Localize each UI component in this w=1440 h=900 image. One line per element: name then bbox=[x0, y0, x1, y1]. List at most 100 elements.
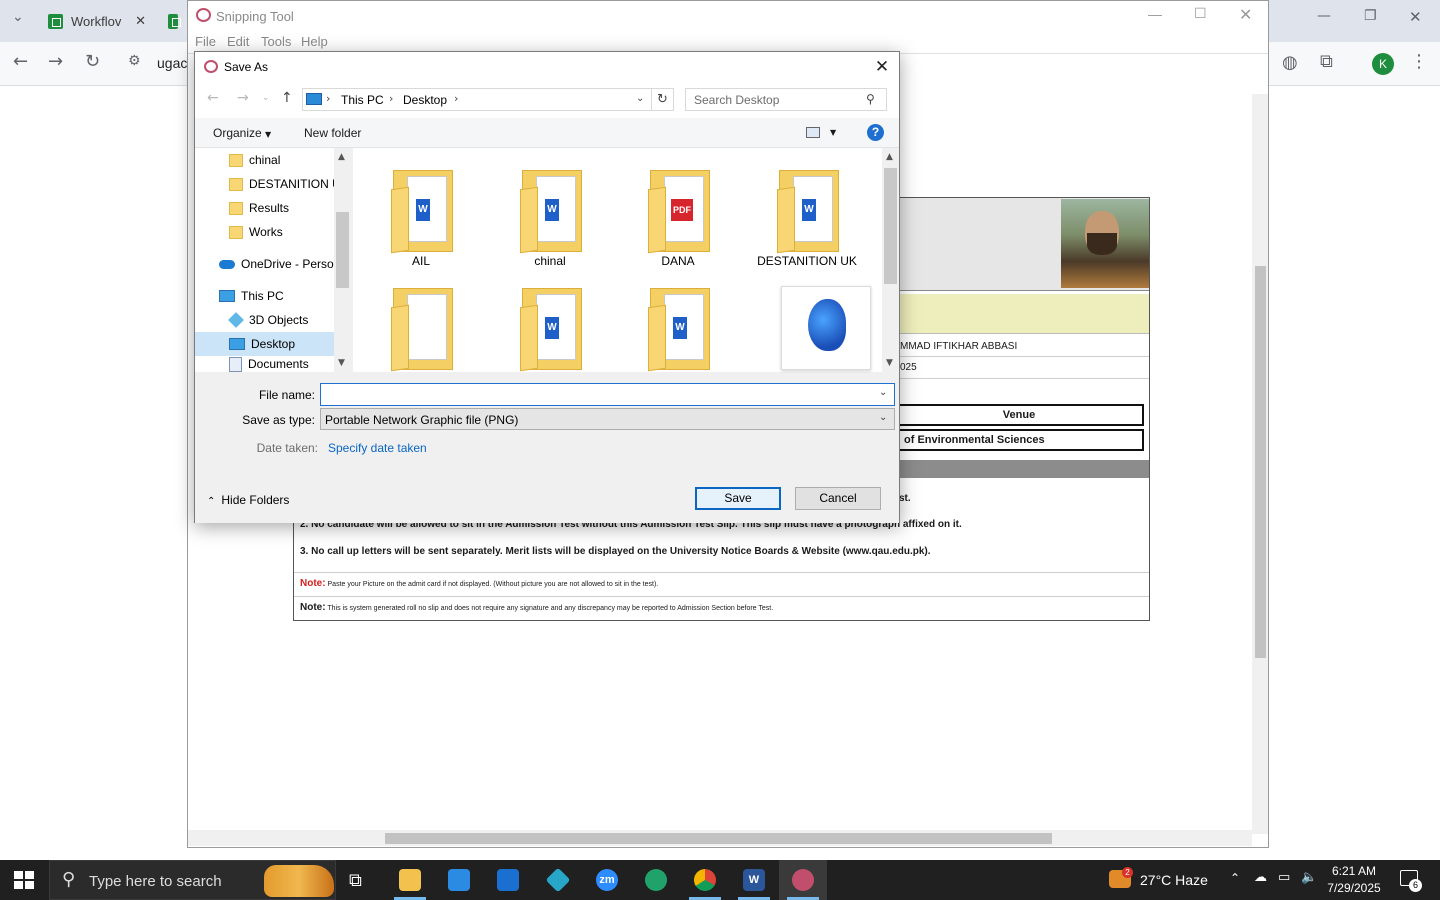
maximize-icon[interactable]: ☐ bbox=[1194, 6, 1207, 22]
nav-item-this-pc[interactable]: This PC bbox=[195, 284, 334, 308]
clock-time[interactable]: 6:21 AM bbox=[1319, 864, 1389, 878]
show-hidden-icons-icon[interactable]: ⌃ bbox=[1230, 871, 1240, 885]
recent-chevron-icon[interactable]: ⌄ bbox=[262, 93, 270, 103]
canvas-horizontal-scrollbar[interactable] bbox=[188, 830, 1252, 846]
taskbar-snipping-tool[interactable] bbox=[779, 860, 827, 900]
up-icon[interactable]: ↑ bbox=[281, 90, 293, 106]
nav-item-3d-objects[interactable]: 3D Objects bbox=[195, 308, 334, 332]
menu-edit[interactable]: Edit bbox=[227, 34, 249, 49]
forward-icon[interactable]: → bbox=[48, 51, 63, 72]
diamond-app-icon bbox=[545, 867, 571, 893]
nav-pane-scrollbar[interactable]: ▲ ▼ bbox=[334, 148, 351, 372]
scroll-down-icon[interactable]: ▼ bbox=[886, 358, 893, 368]
file-item-dana[interactable]: PDF DANA bbox=[618, 162, 738, 276]
scroll-down-icon[interactable]: ▼ bbox=[338, 358, 345, 368]
close-tab-icon[interactable]: ✕ bbox=[135, 14, 146, 29]
taskbar-edge[interactable] bbox=[632, 860, 680, 900]
scroll-thumb[interactable] bbox=[884, 168, 897, 284]
scroll-thumb[interactable] bbox=[336, 212, 349, 288]
file-list-scrollbar[interactable]: ▲ ▼ bbox=[882, 148, 899, 372]
file-name-input[interactable] bbox=[321, 384, 871, 405]
dialog-close-icon[interactable]: ✕ bbox=[869, 55, 895, 79]
photo-beard bbox=[1087, 233, 1117, 255]
browser-tab-2[interactable] bbox=[158, 4, 188, 38]
weather-text[interactable]: 27°C Haze bbox=[1140, 872, 1208, 888]
menu-kebab-icon[interactable]: ⋮ bbox=[1410, 51, 1428, 72]
nav-item-destanition-uk[interactable]: DESTANITION UK bbox=[195, 172, 334, 196]
scroll-thumb[interactable] bbox=[385, 833, 1052, 844]
network-icon[interactable]: ▭ bbox=[1278, 870, 1290, 885]
help-icon[interactable]: ? bbox=[867, 124, 884, 141]
canvas-vertical-scrollbar[interactable] bbox=[1252, 94, 1268, 834]
menu-tools[interactable]: Tools bbox=[261, 34, 291, 49]
search-icon[interactable]: ⚲ bbox=[866, 92, 875, 106]
save-button[interactable]: Save bbox=[695, 487, 781, 510]
nav-item-desktop[interactable]: Desktop bbox=[195, 332, 334, 356]
new-folder-button[interactable]: New folder bbox=[304, 126, 361, 140]
file-name-field[interactable]: ⌄ bbox=[320, 383, 895, 406]
address-dropdown-icon[interactable]: ⌄ bbox=[636, 93, 644, 104]
back-icon[interactable]: ← bbox=[13, 51, 28, 72]
scroll-thumb[interactable] bbox=[1255, 266, 1266, 658]
view-options-chevron-icon[interactable]: ▼ bbox=[830, 128, 836, 137]
view-icon[interactable] bbox=[806, 127, 820, 138]
taskbar-search-box[interactable]: ⚲ Type here to search bbox=[49, 860, 336, 900]
volume-icon[interactable]: 🔈 bbox=[1301, 870, 1317, 885]
minimize-icon[interactable]: — bbox=[1148, 6, 1162, 22]
menu-help[interactable]: Help bbox=[301, 34, 328, 49]
profile-avatar[interactable]: K bbox=[1372, 53, 1394, 75]
breadcrumb-desktop[interactable]: Desktop bbox=[403, 93, 447, 107]
refresh-icon[interactable]: ↻ bbox=[652, 88, 674, 111]
taskbar-chrome[interactable] bbox=[681, 860, 729, 900]
address-bar[interactable]: › This PC › Desktop › ⌄ bbox=[302, 88, 652, 111]
back-icon[interactable]: ← bbox=[207, 90, 219, 106]
file-item-ail[interactable]: W AIL bbox=[361, 162, 481, 276]
venue-header-label: Venue bbox=[1002, 409, 1036, 421]
windows-start-icon[interactable] bbox=[14, 871, 34, 889]
scroll-up-icon[interactable]: ▲ bbox=[886, 152, 893, 162]
close-window-icon[interactable]: ✕ bbox=[1409, 8, 1422, 26]
hide-folders-button[interactable]: ⌃ Hide Folders bbox=[207, 493, 289, 507]
search-input[interactable] bbox=[686, 89, 866, 110]
nav-item-results[interactable]: Results bbox=[195, 196, 334, 220]
chevron-down-icon[interactable]: ⌄ bbox=[879, 387, 887, 398]
taskbar-mail[interactable] bbox=[484, 860, 532, 900]
restore-icon[interactable]: ❐ bbox=[1364, 8, 1377, 24]
taskbar-app-diamond[interactable] bbox=[534, 860, 582, 900]
file-item-chinal[interactable]: W chinal bbox=[490, 162, 610, 276]
translate-icon[interactable]: ◍ bbox=[1282, 52, 1298, 73]
reload-icon[interactable]: ↻ bbox=[85, 51, 100, 72]
clock-date[interactable]: 7/29/2025 bbox=[1319, 881, 1389, 895]
snipping-tool-menubar: File Edit Tools Help bbox=[188, 31, 1268, 53]
pc-icon bbox=[306, 93, 322, 105]
nav-item-onedrive[interactable]: OneDrive - Person bbox=[195, 252, 334, 276]
browser-tab[interactable]: Workflov ✕ bbox=[38, 4, 156, 38]
task-view-icon[interactable]: ⧉ bbox=[349, 870, 362, 891]
address-bar[interactable]: ugac bbox=[157, 55, 187, 71]
taskbar-file-explorer[interactable] bbox=[386, 860, 434, 900]
taskbar-zoom[interactable]: zm bbox=[583, 860, 631, 900]
chevron-down-icon[interactable]: ⌄ bbox=[879, 412, 887, 423]
cancel-button[interactable]: Cancel bbox=[795, 487, 881, 510]
forward-icon[interactable]: → bbox=[237, 90, 249, 106]
site-info-icon[interactable]: ⚙ bbox=[128, 53, 141, 69]
taskbar-word[interactable]: W bbox=[730, 860, 778, 900]
save-type-select[interactable]: Portable Network Graphic file (PNG) ⌄ bbox=[320, 408, 895, 430]
organize-button[interactable]: Organize ▼ bbox=[213, 126, 271, 140]
specify-date-link[interactable]: Specify date taken bbox=[328, 441, 427, 455]
close-window-icon[interactable]: ✕ bbox=[1239, 5, 1252, 24]
onedrive-tray-icon[interactable]: ☁ bbox=[1254, 870, 1267, 885]
nav-item-chinal[interactable]: chinal bbox=[195, 148, 334, 172]
taskbar-store[interactable] bbox=[435, 860, 483, 900]
tab-search-chevron-icon[interactable]: ⌄ bbox=[12, 9, 24, 25]
extensions-icon[interactable]: ⧉ bbox=[1320, 51, 1333, 72]
nav-item-documents[interactable]: Documents bbox=[195, 356, 334, 372]
snipping-tool-icon bbox=[204, 60, 218, 73]
menu-file[interactable]: File bbox=[195, 34, 216, 49]
nav-item-works[interactable]: Works bbox=[195, 220, 334, 244]
file-item-destanition-uk[interactable]: W DESTANITION UK bbox=[747, 162, 867, 276]
minimize-icon[interactable]: — bbox=[1317, 8, 1331, 24]
search-box[interactable]: ⚲ bbox=[685, 88, 887, 111]
scroll-up-icon[interactable]: ▲ bbox=[338, 152, 345, 162]
breadcrumb-this-pc[interactable]: This PC bbox=[341, 93, 384, 107]
